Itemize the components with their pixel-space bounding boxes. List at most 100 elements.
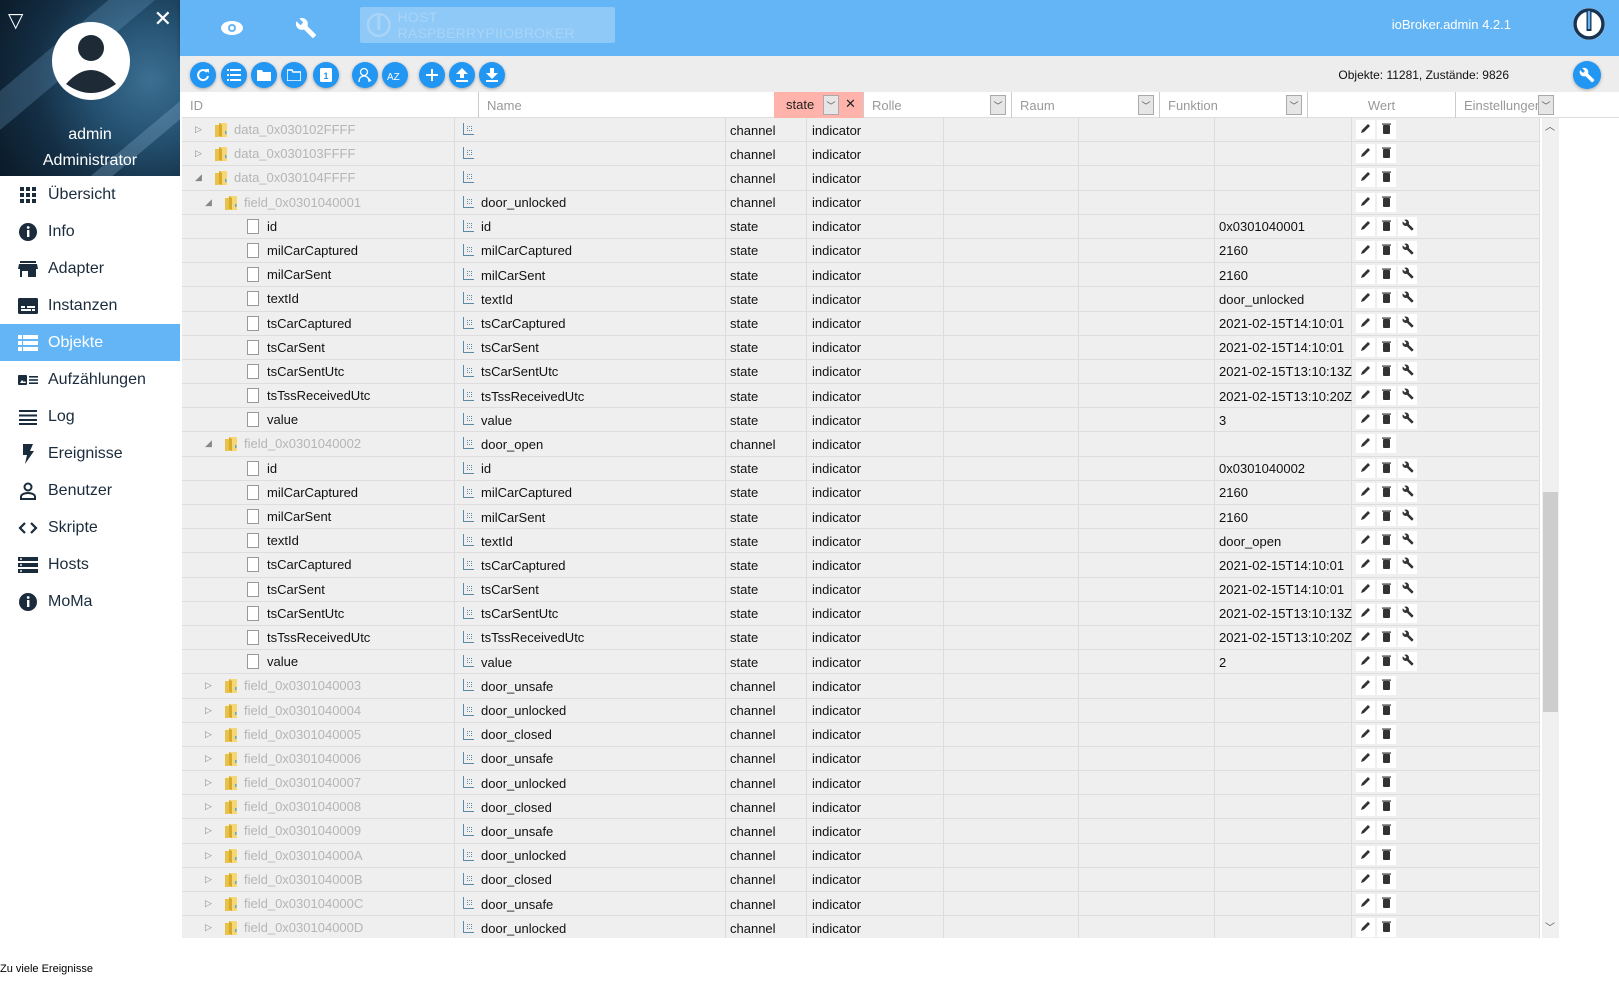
edit-button[interactable] (1356, 918, 1375, 938)
table-row[interactable]: ▷ field_0x0301040006 door_unsafe channel ind… (182, 746, 1540, 772)
edit-button[interactable] (1356, 386, 1375, 406)
custom-settings-button[interactable] (1398, 579, 1417, 599)
collapse-arrow-icon[interactable]: ◢ (205, 197, 212, 208)
expand-arrow-icon[interactable]: ▷ (205, 850, 212, 861)
edit-button[interactable] (1356, 845, 1375, 865)
table-row[interactable]: ▷ field_0x0301040004 door_unlocked channel i… (182, 698, 1540, 723)
delete-button[interactable] (1377, 120, 1396, 139)
expand-arrow-icon[interactable]: ▷ (205, 825, 212, 836)
table-row[interactable]: ▷ field_0x030104000B door_closed channel ind… (182, 867, 1540, 892)
custom-settings-button[interactable] (1398, 361, 1417, 381)
edit-button[interactable] (1356, 700, 1375, 720)
table-row[interactable]: milCarCaptured milCarCaptured state indicat… (182, 480, 1540, 505)
edit-button[interactable] (1356, 192, 1375, 212)
table-row[interactable]: tsCarCaptured tsCarCaptured state indicator… (182, 553, 1540, 578)
custom-settings-button[interactable] (1398, 603, 1417, 623)
edit-button[interactable] (1356, 482, 1375, 502)
edit-button[interactable] (1356, 773, 1375, 793)
delete-button[interactable] (1377, 458, 1396, 478)
delete-button[interactable] (1377, 434, 1396, 454)
id-filter-input[interactable]: ID (182, 92, 478, 118)
expand-arrow-icon[interactable]: ▷ (195, 148, 202, 159)
refresh-button[interactable] (190, 62, 216, 88)
delete-button[interactable] (1377, 144, 1396, 164)
edit-button[interactable] (1356, 120, 1375, 139)
table-row[interactable]: tsCarSentUtc tsCarSentUtc state indicator 20… (182, 601, 1540, 626)
columns-settings-button[interactable] (1573, 61, 1601, 89)
delete-button[interactable] (1377, 216, 1396, 236)
table-row[interactable]: tsTssReceivedUtc tsTssReceivedUtc state ind… (182, 625, 1540, 651)
view-button[interactable] (214, 10, 250, 46)
table-row[interactable]: ◢ field_0x0301040001 door_unlocked channel i… (182, 190, 1540, 215)
expand-arrow-icon[interactable]: ▷ (205, 729, 212, 740)
sidebar-item-hosts[interactable]: Hosts (0, 546, 180, 583)
edit-button[interactable] (1356, 265, 1375, 285)
scroll-down-icon[interactable]: ﹀ (1545, 919, 1555, 934)
sidebar-item-moma[interactable]: MoMa (0, 583, 180, 620)
delete-button[interactable] (1377, 748, 1396, 768)
collapse-arrow-icon[interactable]: ◢ (205, 438, 212, 449)
table-row[interactable]: milCarCaptured milCarCaptured state indicat… (182, 238, 1540, 264)
delete-button[interactable] (1377, 289, 1396, 309)
edit-button[interactable] (1356, 458, 1375, 478)
custom-settings-button[interactable] (1398, 482, 1417, 502)
expand-arrow-icon[interactable]: ▷ (205, 874, 212, 885)
vertical-scrollbar[interactable]: ︿ ﹀ (1542, 118, 1559, 938)
edit-button[interactable] (1356, 676, 1375, 696)
delete-button[interactable] (1377, 531, 1396, 551)
edit-button[interactable] (1356, 797, 1375, 817)
table-row[interactable]: ▷ field_0x0301040003 door_unsafe channel ind… (182, 674, 1540, 699)
custom-settings-button[interactable] (1398, 337, 1417, 357)
edit-button[interactable] (1356, 144, 1375, 164)
settings-wrench-button[interactable] (288, 10, 324, 46)
table-row[interactable]: tsCarCaptured tsCarCaptured state indicator… (182, 311, 1540, 336)
table-row[interactable]: tsCarSent tsCarSent state indicator 2021-02-… (182, 577, 1540, 602)
sort-az-button[interactable]: AZ (382, 62, 408, 88)
add-button[interactable] (419, 62, 445, 88)
expand-arrow-icon[interactable]: ▷ (205, 680, 212, 691)
table-row[interactable]: ▷ field_0x030104000D door_unlocked channel i… (182, 916, 1540, 938)
delete-button[interactable] (1377, 507, 1396, 526)
table-row[interactable]: ▷ field_0x0301040007 door_unlocked channel i… (182, 771, 1540, 796)
edit-button[interactable] (1356, 361, 1375, 381)
delete-button[interactable] (1377, 482, 1396, 502)
delete-button[interactable] (1377, 773, 1396, 793)
expand-arrow-icon[interactable]: ▷ (205, 922, 212, 933)
table-row[interactable]: tsTssReceivedUtc tsTssReceivedUtc state ind… (182, 384, 1540, 409)
menu-toggle-icon[interactable]: ▽ (8, 8, 23, 33)
table-row[interactable]: milCarSent milCarSent state indicator 2160 (182, 505, 1540, 530)
edit-button[interactable] (1356, 894, 1375, 913)
edit-button[interactable] (1356, 869, 1375, 889)
sidebar-item-skripte[interactable]: Skripte (0, 509, 180, 546)
clear-filter-icon[interactable]: ✕ (845, 96, 856, 112)
chevron-down-icon[interactable]: ﹀ (1138, 95, 1154, 115)
custom-settings-button[interactable] (1398, 555, 1417, 575)
delete-button[interactable] (1377, 168, 1396, 188)
custom-settings-button[interactable] (1398, 240, 1417, 260)
name-filter-input[interactable]: Name (478, 92, 774, 118)
table-row[interactable]: ▷ field_0x0301040005 door_closed channel ind… (182, 722, 1540, 747)
sidebar-item-info[interactable]: Info (0, 213, 180, 250)
sidebar-item-log[interactable]: Log (0, 398, 180, 435)
edit-button[interactable] (1356, 337, 1375, 357)
table-row[interactable]: id id state indicator 0x0301040002 (182, 456, 1540, 481)
function-filter-select[interactable]: Funktion ﹀ (1159, 92, 1307, 118)
delete-button[interactable] (1377, 724, 1396, 744)
delete-button[interactable] (1377, 676, 1396, 696)
expert-mode-button[interactable] (352, 62, 378, 88)
custom-settings-button[interactable] (1398, 410, 1417, 430)
sidebar-item-adapter[interactable]: Adapter (0, 250, 180, 287)
custom-settings-button[interactable] (1398, 216, 1417, 236)
table-row[interactable]: textId textId state indicator door_open (182, 529, 1540, 554)
delete-button[interactable] (1377, 652, 1396, 672)
edit-button[interactable] (1356, 555, 1375, 575)
sidebar-item-ereignisse[interactable]: Ereignisse (0, 435, 180, 472)
collapse-arrow-icon[interactable]: ◢ (195, 172, 202, 183)
delete-button[interactable] (1377, 337, 1396, 357)
columns-dropdown-icon[interactable]: ﹀ (1538, 95, 1554, 115)
delete-button[interactable] (1377, 918, 1396, 938)
list-button[interactable] (221, 62, 247, 88)
delete-button[interactable] (1377, 579, 1396, 599)
delete-button[interactable] (1377, 627, 1396, 647)
custom-settings-button[interactable] (1398, 313, 1417, 333)
